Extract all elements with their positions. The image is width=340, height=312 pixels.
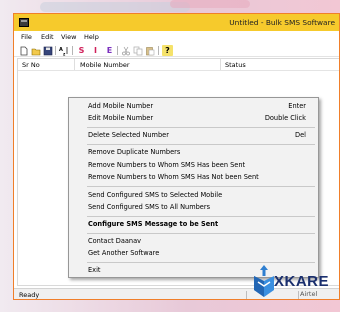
menu-get-another-software[interactable]: Get Another Software: [69, 248, 318, 259]
background-blur: [170, 0, 250, 8]
menu-remove-duplicate-numbers[interactable]: Remove Duplicate Numbers: [69, 147, 318, 158]
i-icon[interactable]: I: [90, 45, 101, 56]
window-title: Untitled - Bulk SMS Software: [229, 18, 335, 27]
menu-bar: File Edit View Help: [14, 31, 339, 43]
help-icon[interactable]: ?: [162, 45, 173, 56]
menu-item-label: Edit Mobile Number: [88, 114, 154, 122]
column-divider[interactable]: [220, 59, 221, 70]
menu-configure-sms[interactable]: Configure SMS Message to be Sent: [69, 219, 318, 230]
status-text: Ready: [19, 291, 40, 299]
context-menu: Add Mobile Number Enter Edit Mobile Numb…: [68, 97, 319, 278]
menu-send-sms-selected[interactable]: Send Configured SMS to Selected Mobile: [69, 190, 318, 201]
column-sr-no[interactable]: Sr No: [22, 61, 40, 69]
menu-item-label: Contact Daanav: [88, 237, 142, 245]
menu-edit[interactable]: Edit: [41, 33, 54, 41]
menu-file[interactable]: File: [21, 33, 32, 41]
column-divider[interactable]: [74, 59, 75, 70]
menu-separator: [87, 216, 315, 217]
menu-separator: [87, 233, 315, 234]
menu-remove-numbers-sms-not-sent[interactable]: Remove Numbers to Whom SMS Has Not been …: [69, 172, 318, 183]
menu-item-shortcut: Double Click: [264, 114, 306, 122]
menu-add-mobile-number[interactable]: Add Mobile Number Enter: [69, 101, 318, 112]
save-icon[interactable]: [42, 45, 53, 56]
menu-item-label: Add Mobile Number: [88, 102, 154, 110]
toolbar-separator: [158, 46, 159, 55]
menu-remove-numbers-sms-sent[interactable]: Remove Numbers to Whom SMS Has been Sent: [69, 160, 318, 171]
menu-help[interactable]: Help: [84, 33, 99, 41]
paste-icon[interactable]: [144, 45, 155, 56]
menu-item-shortcut: Enter: [288, 102, 306, 110]
s-icon[interactable]: S: [76, 45, 87, 56]
cut-icon[interactable]: [120, 45, 131, 56]
menu-item-shortcut: Del: [295, 131, 306, 139]
watermark-logo-icon: [254, 265, 274, 297]
column-status[interactable]: Status: [225, 61, 246, 69]
menu-item-label: Remove Numbers to Whom SMS Has been Sent: [88, 161, 246, 169]
menu-item-label: Send Configured SMS to All Numbers: [88, 203, 211, 211]
toolbar-separator: [72, 46, 73, 55]
background-blur: [40, 2, 190, 12]
open-icon[interactable]: [30, 45, 41, 56]
menu-item-label: Delete Selected Number: [88, 131, 169, 139]
menu-item-label: Get Another Software: [88, 249, 160, 257]
menu-separator: [87, 127, 315, 128]
menu-item-label: Configure SMS Message to be Sent: [88, 220, 219, 228]
menu-separator: [87, 186, 315, 187]
menu-item-label: Send Configured SMS to Selected Mobile: [88, 191, 223, 199]
menu-send-sms-all[interactable]: Send Configured SMS to All Numbers: [69, 202, 318, 213]
svg-text:z: z: [63, 51, 66, 56]
toolbar-separator: [117, 46, 118, 55]
column-mobile-number[interactable]: Mobile Number: [80, 61, 130, 69]
menu-contact-daanav[interactable]: Contact Daanav: [69, 236, 318, 247]
menu-item-label: Exit: [88, 266, 101, 274]
menu-item-label: Remove Duplicate Numbers: [88, 148, 181, 156]
watermark: XKARE: [252, 262, 340, 302]
menu-item-label: Remove Numbers to Whom SMS Has Not been …: [88, 173, 259, 181]
status-divider: [246, 291, 247, 299]
menu-separator: [87, 144, 315, 145]
new-icon[interactable]: [18, 45, 29, 56]
toolbar: Az S I E ?: [14, 43, 339, 57]
menu-edit-mobile-number[interactable]: Edit Mobile Number Double Click: [69, 113, 318, 124]
menu-delete-selected-number[interactable]: Delete Selected Number Del: [69, 130, 318, 141]
watermark-text: XKARE: [274, 273, 330, 290]
title-bar[interactable]: Untitled - Bulk SMS Software: [14, 14, 339, 31]
header-divider: [18, 70, 339, 71]
toolbar-separator: [55, 46, 56, 55]
e-icon[interactable]: E: [104, 45, 115, 56]
menu-view[interactable]: View: [61, 33, 76, 41]
sort-icon[interactable]: Az: [58, 45, 69, 56]
copy-icon[interactable]: [132, 45, 143, 56]
